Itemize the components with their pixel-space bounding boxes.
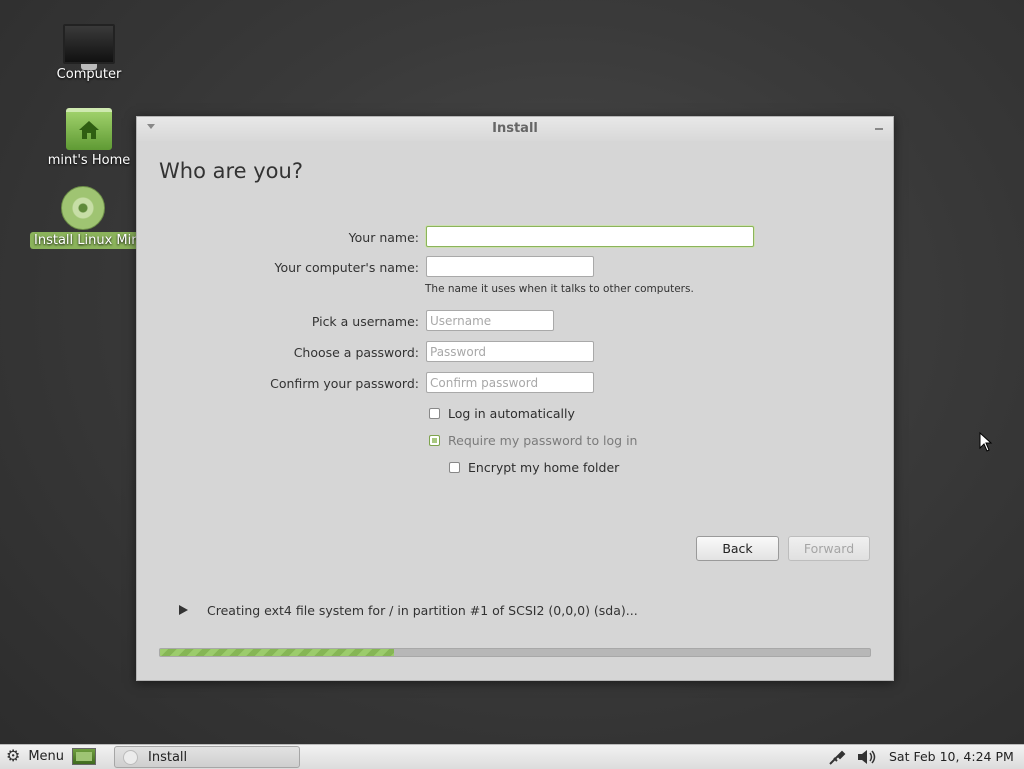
- install-progress-bar: [159, 648, 871, 657]
- gear-icon: ⚙: [6, 746, 21, 765]
- encrypt-home-label: Encrypt my home folder: [468, 460, 620, 475]
- confirm-password-label: Confirm your password:: [270, 376, 419, 391]
- username-label: Pick a username:: [311, 314, 419, 329]
- desktop-icon-home[interactable]: mint's Home: [30, 108, 148, 169]
- password-label: Choose a password:: [293, 345, 419, 360]
- computer-name-hint: The name it uses when it talks to other …: [425, 283, 694, 295]
- install-app-icon: [123, 749, 138, 765]
- volume-icon[interactable]: [857, 749, 877, 765]
- home-folder-icon: [66, 108, 112, 150]
- computer-name-label: Your computer's name:: [274, 260, 419, 275]
- page-title: Who are you?: [159, 159, 303, 183]
- mouse-cursor-icon: [979, 432, 993, 452]
- confirm-password-input[interactable]: [426, 372, 594, 393]
- desktop-icon-install[interactable]: Install Linux Mint: [30, 186, 136, 249]
- clock[interactable]: Sat Feb 10, 4:24 PM: [889, 749, 1014, 764]
- taskbar-item-label: Install: [148, 749, 188, 765]
- desktop-icon-computer[interactable]: Computer: [30, 24, 148, 83]
- require-password-label: Require my password to log in: [448, 433, 638, 448]
- computer-icon: [63, 24, 115, 70]
- taskbar: ⚙ Menu Install Sat Feb 10, 4:24 PM: [0, 744, 1024, 769]
- your-name-input[interactable]: [426, 226, 754, 247]
- password-input[interactable]: [426, 341, 594, 362]
- taskbar-item-install[interactable]: Install: [114, 746, 300, 768]
- your-name-label: Your name:: [348, 230, 419, 245]
- menu-label: Menu: [28, 748, 65, 764]
- computer-name-input[interactable]: [426, 256, 594, 277]
- window-title: Install: [492, 121, 538, 136]
- install-status-text: Creating ext4 file system for / in parti…: [207, 603, 638, 618]
- back-button[interactable]: Back: [696, 536, 779, 561]
- menu-button[interactable]: ⚙ Menu: [6, 748, 64, 764]
- install-window: Install Who are you? Your name: Your com…: [136, 116, 894, 681]
- window-titlebar[interactable]: Install: [137, 117, 893, 141]
- encrypt-home-checkbox[interactable]: [449, 462, 460, 473]
- show-desktop-icon[interactable]: [72, 748, 96, 765]
- details-expander-icon[interactable]: [179, 605, 188, 615]
- forward-button[interactable]: Forward: [788, 536, 870, 561]
- auto-login-label: Log in automatically: [448, 406, 575, 421]
- username-input[interactable]: [426, 310, 554, 331]
- install-disc-icon: [61, 186, 105, 230]
- auto-login-checkbox[interactable]: [429, 408, 440, 419]
- require-password-option[interactable]: Require my password to log in: [429, 433, 637, 448]
- auto-login-option[interactable]: Log in automatically: [429, 406, 575, 421]
- desktop-icon-label: mint's Home: [47, 153, 131, 168]
- network-icon[interactable]: [828, 749, 846, 765]
- require-password-checkbox[interactable]: [429, 435, 440, 446]
- desktop-icon-label: Install Linux Mint: [30, 232, 136, 249]
- encrypt-home-option[interactable]: Encrypt my home folder: [449, 460, 619, 475]
- progress-fill: [160, 649, 395, 656]
- minimize-icon[interactable]: [875, 128, 883, 130]
